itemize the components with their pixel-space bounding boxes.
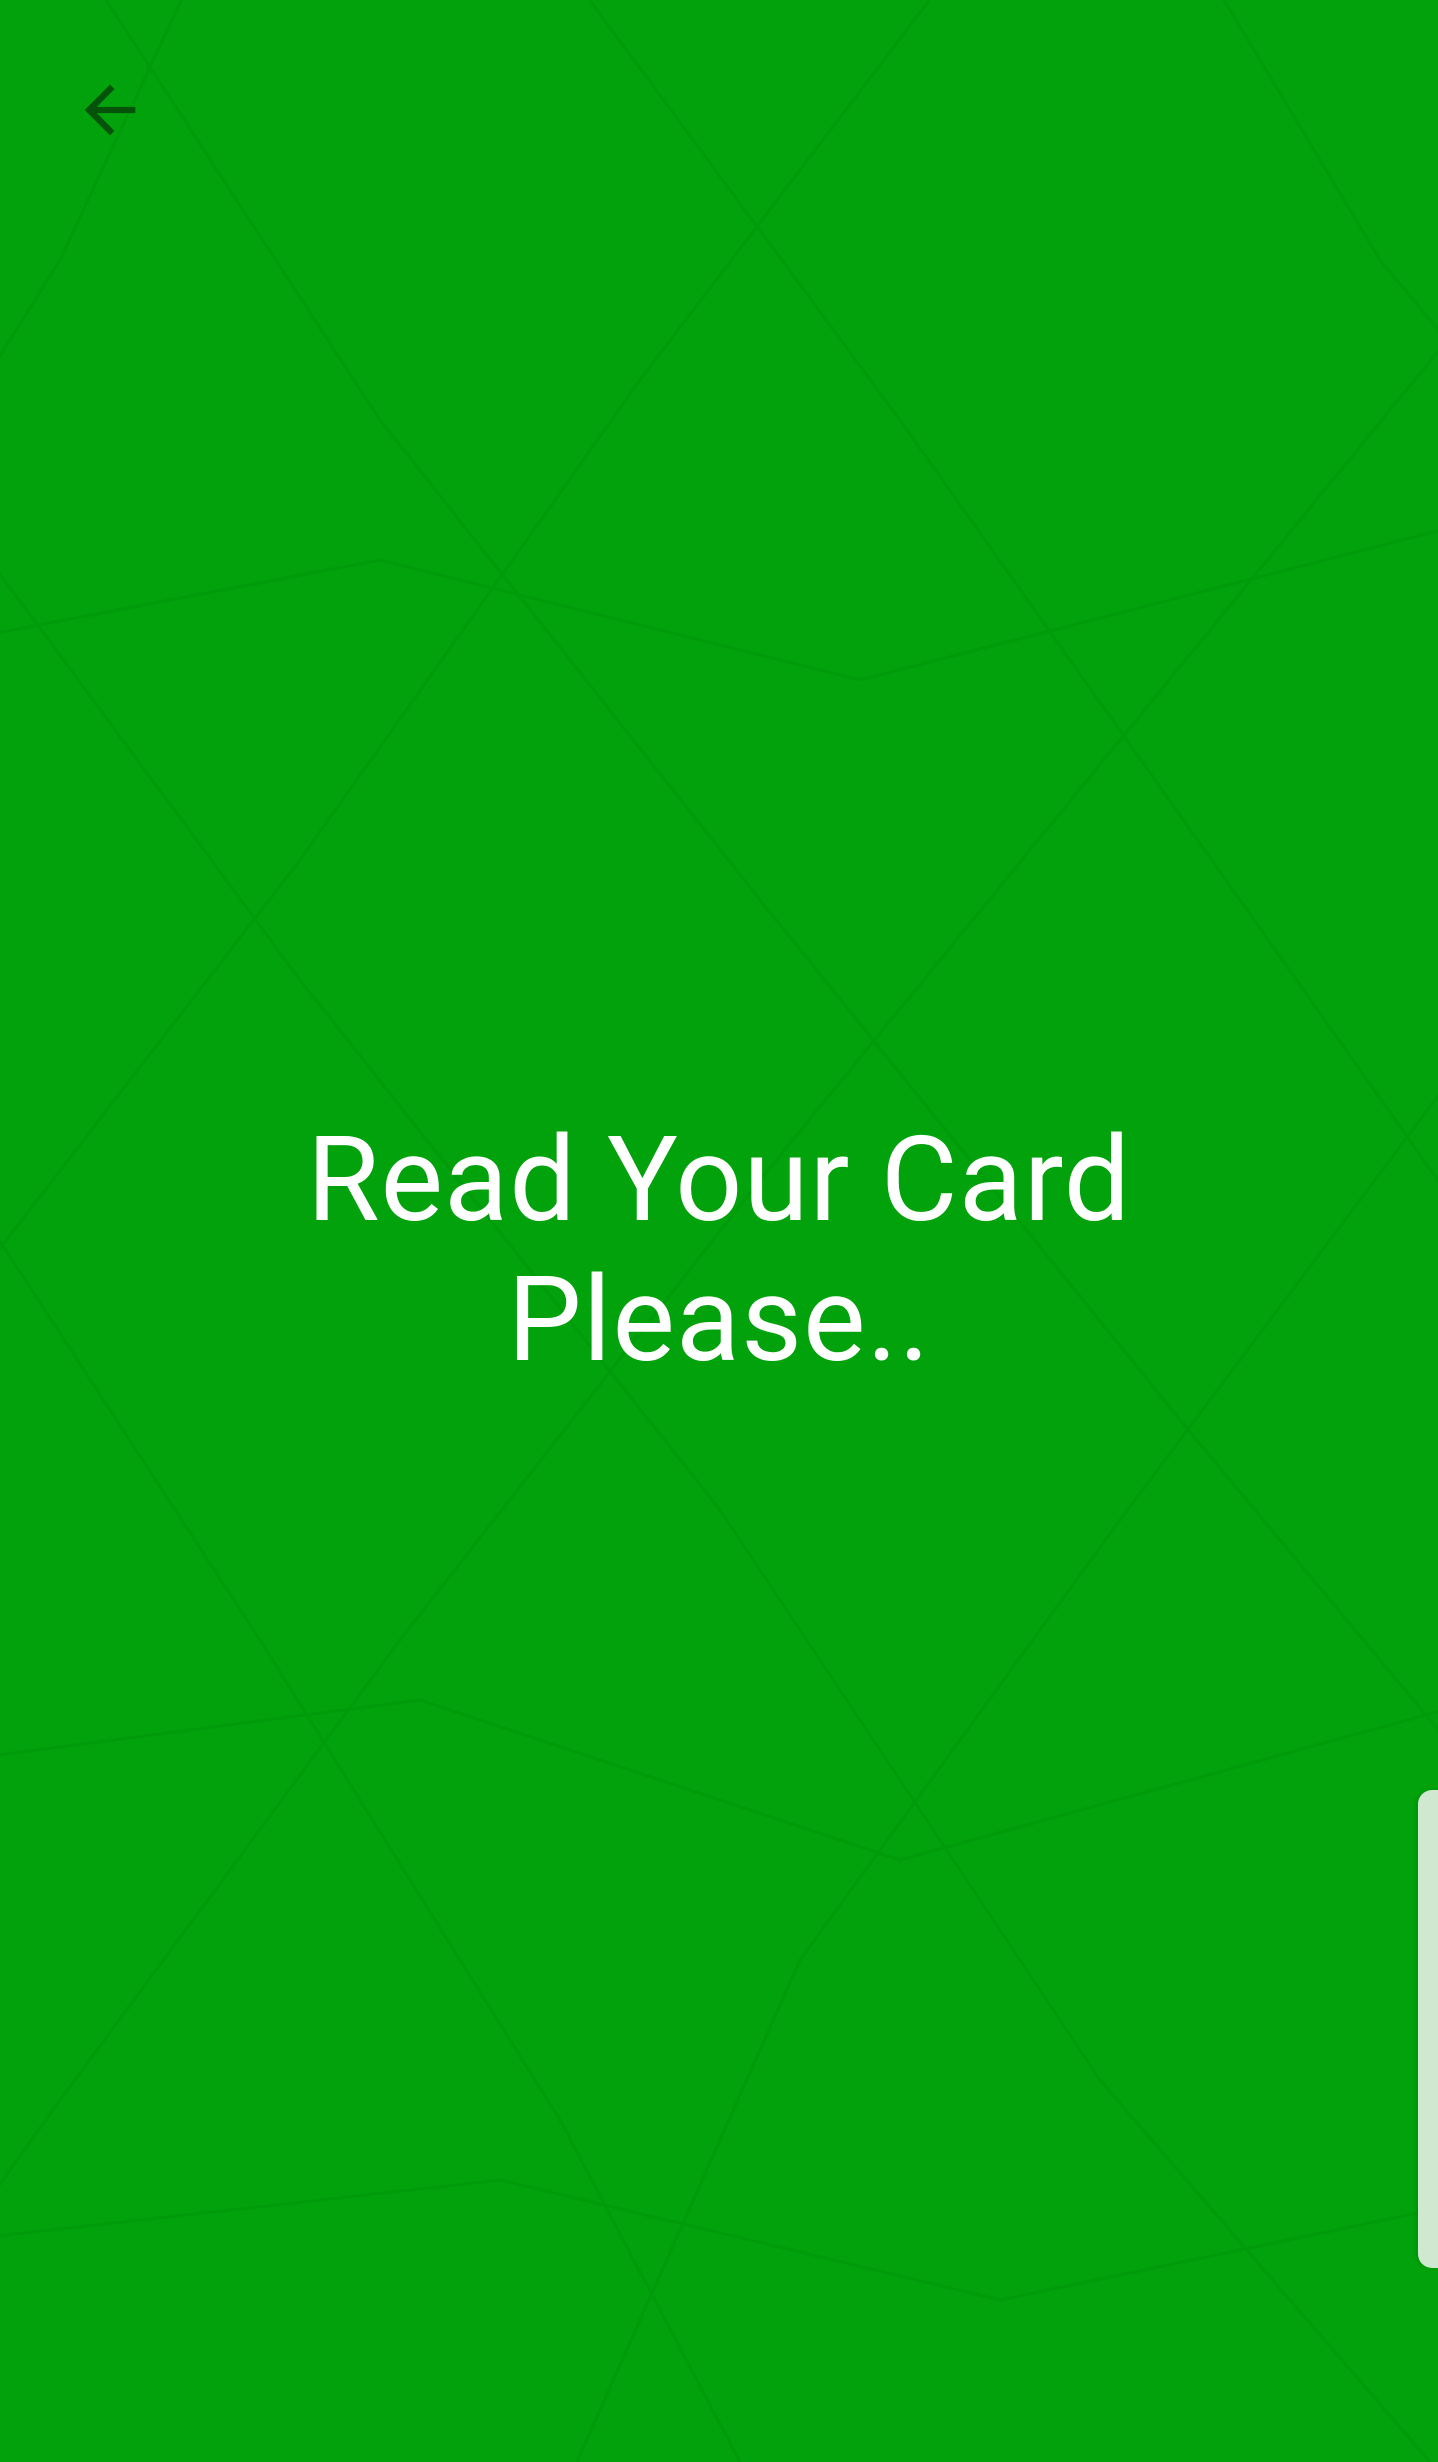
card-read-screen: Read Your Card Please.. [0,0,1438,2462]
back-button[interactable] [58,58,162,162]
edge-panel-handle[interactable] [1418,1790,1438,2268]
message-line-2: Please.. [507,1251,931,1389]
message-line-1: Read Your Card [306,1111,1132,1249]
read-card-message: Read Your Card Please.. [0,1110,1438,1390]
arrow-left-icon [84,84,136,136]
